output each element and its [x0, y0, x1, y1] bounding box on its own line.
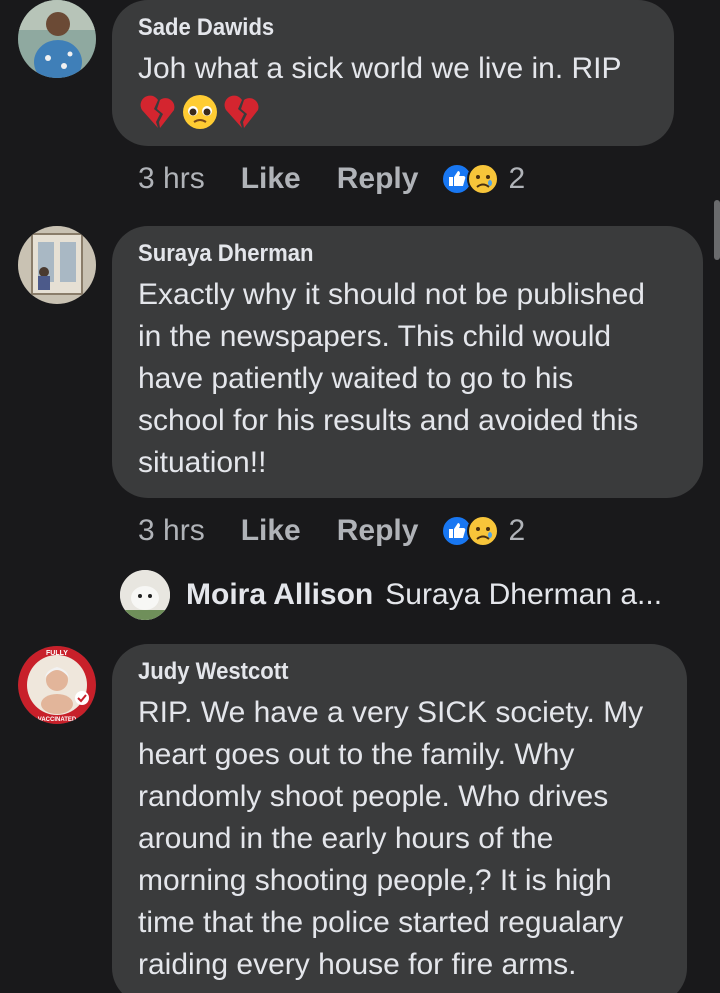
like-button[interactable]: Like [241, 162, 301, 196]
like-button[interactable]: Like [241, 514, 301, 548]
comment-bubble[interactable]: Suraya Dherman Exactly why it should not… [112, 226, 703, 498]
avatar-moira-allison[interactable] [120, 570, 170, 620]
comment-actions: 3 hrs Like Reply 2 [138, 162, 525, 196]
reaction-count[interactable]: 2 [508, 514, 525, 548]
comment-text: Joh what a sick world we live in. RIP [138, 52, 622, 85]
comment-timestamp[interactable]: 3 hrs [138, 514, 205, 548]
reply-snippet[interactable]: Suraya Dherman a... [385, 578, 662, 612]
comment-text: RIP. We have a very SICK society. My hea… [138, 696, 644, 981]
pleading-face-emoji [183, 95, 217, 129]
avatar-suraya-dherman[interactable] [18, 226, 96, 304]
reactions-summary[interactable] [440, 514, 500, 548]
comment-bubble[interactable]: Sade Dawids Joh what a sick world we liv… [112, 0, 674, 146]
profile-photo: FULLY VACCINATED [18, 646, 96, 724]
reaction-count[interactable]: 2 [508, 162, 525, 196]
comment-author[interactable]: Suraya Dherman [138, 240, 634, 268]
reply-author[interactable]: Moira Allison [186, 578, 373, 612]
comment-actions: 3 hrs Like Reply 2 [138, 514, 525, 548]
broken-heart-emoji [224, 95, 259, 128]
profile-photo [18, 226, 96, 304]
comment-author[interactable]: Sade Dawids [138, 14, 607, 42]
comment-emojis [138, 92, 648, 132]
reactions-summary[interactable] [440, 162, 500, 196]
avatar-badge-bottom: VACCINATED [38, 717, 77, 723]
scrollbar[interactable] [714, 200, 720, 260]
comment-author[interactable]: Judy Westcott [138, 658, 619, 686]
avatar-badge-top: FULLY [46, 650, 68, 657]
broken-heart-emoji [140, 95, 175, 128]
avatar-judy-westcott[interactable]: FULLY VACCINATED [18, 646, 96, 724]
reply-button[interactable]: Reply [337, 514, 419, 548]
sad-reaction-icon [467, 515, 500, 547]
reply-preview[interactable]: Moira Allison Suraya Dherman a... [120, 568, 662, 622]
sad-reaction-icon [467, 163, 500, 195]
reply-button[interactable]: Reply [337, 162, 419, 196]
avatar-sade-dawids[interactable] [18, 0, 96, 78]
comment-text: Exactly why it should not be published i… [138, 278, 645, 479]
profile-photo [18, 0, 96, 78]
comment-bubble[interactable]: Judy Westcott RIP. We have a very SICK s… [112, 644, 687, 993]
profile-photo [120, 570, 170, 620]
comment-timestamp[interactable]: 3 hrs [138, 162, 205, 196]
comments-thread: Sade Dawids Joh what a sick world we liv… [0, 0, 720, 993]
